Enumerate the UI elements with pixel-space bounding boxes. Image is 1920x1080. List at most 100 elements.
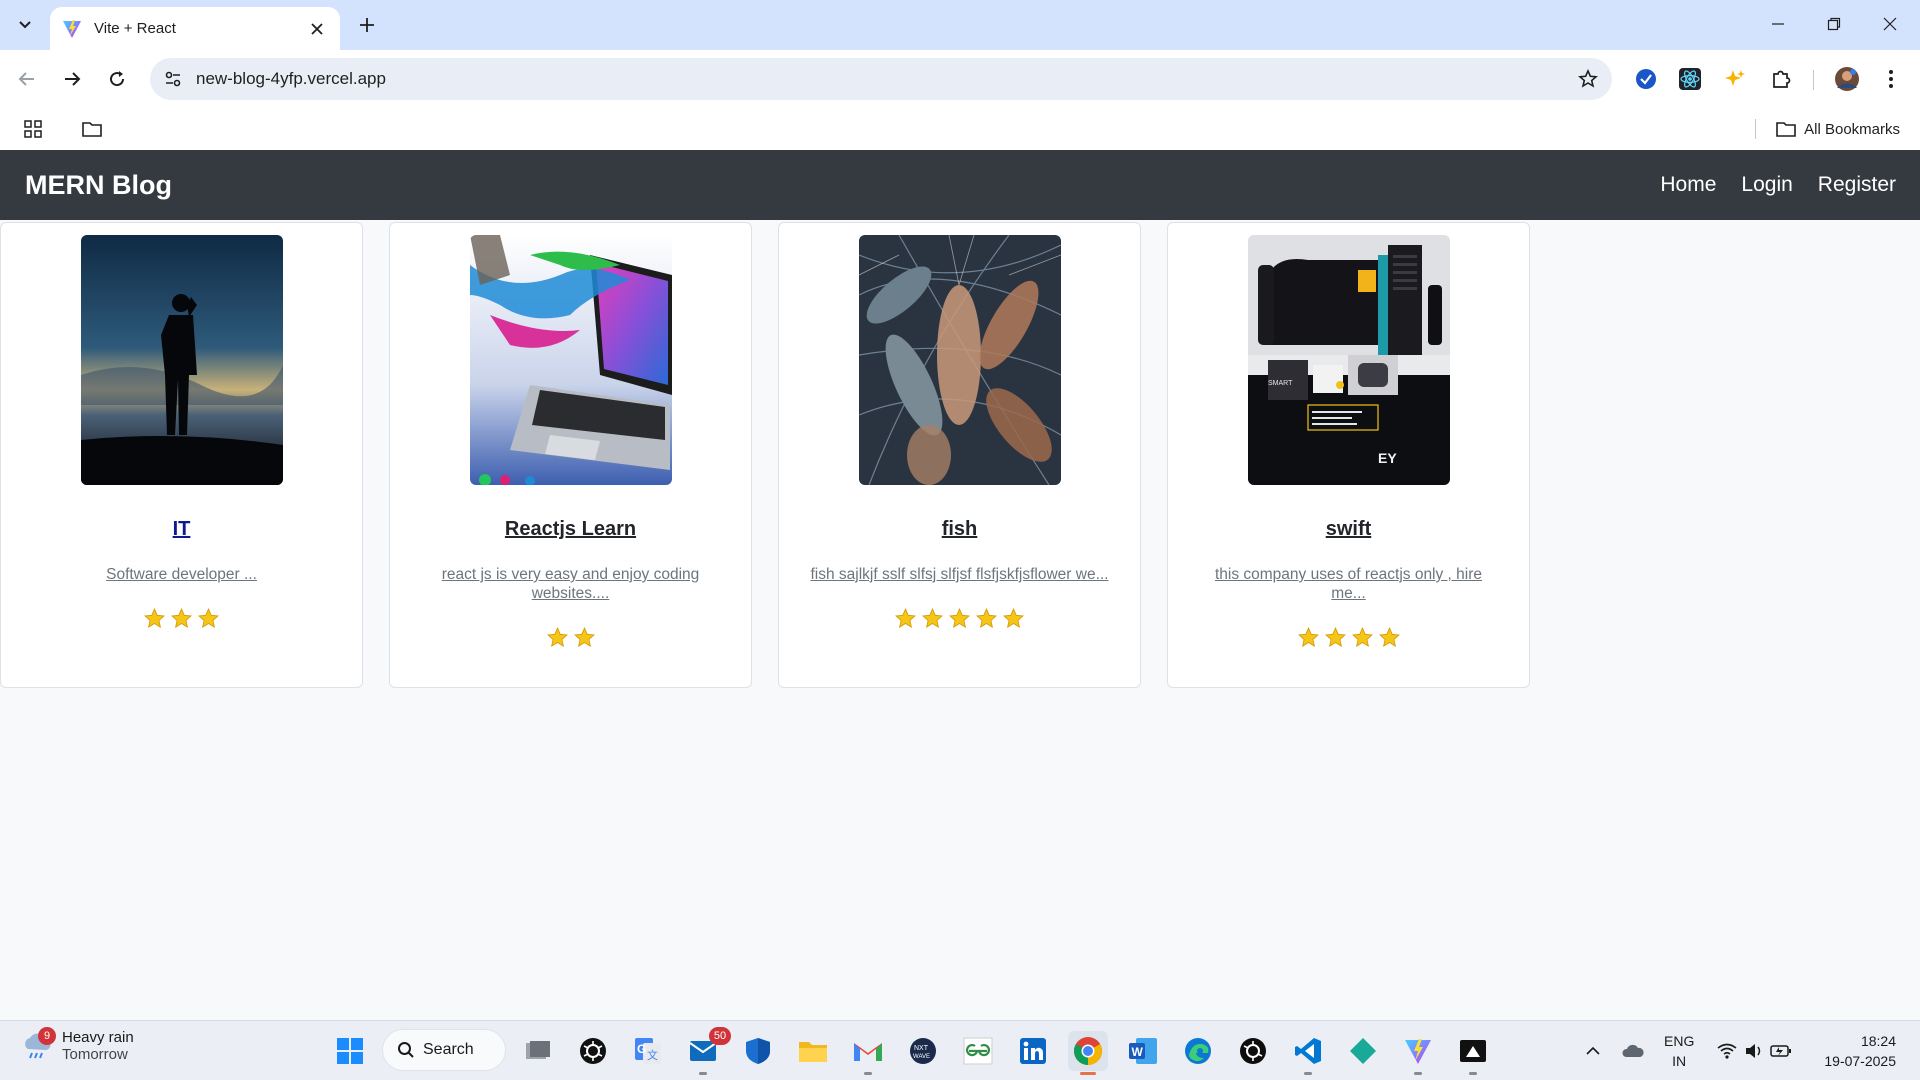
chevron-down-icon (19, 21, 31, 29)
close-window-button[interactable] (1862, 0, 1918, 48)
more-vertical-icon (1889, 70, 1893, 88)
file-explorer-icon[interactable] (793, 1031, 833, 1071)
running-indicator (1414, 1072, 1422, 1075)
forward-button[interactable] (55, 62, 89, 96)
tab-close-button[interactable] (306, 18, 328, 40)
post-title[interactable]: Reactjs Learn (505, 518, 636, 541)
address-bar[interactable]: new-blog-4yfp.vercel.app (150, 58, 1612, 100)
restore-button[interactable] (1806, 0, 1862, 48)
post-card[interactable]: IT Software developer ... (0, 222, 363, 688)
terminal-app-icon[interactable] (1453, 1031, 1493, 1075)
extension-check-icon[interactable] (1631, 64, 1661, 94)
all-bookmarks-button[interactable]: All Bookmarks (1776, 116, 1900, 142)
task-view-icon[interactable] (518, 1031, 558, 1071)
weather-widget[interactable]: 9 Heavy rain Tomorrow (22, 1027, 134, 1063)
web-page: MERN Blog Home Login Register IT Softwar… (0, 150, 1920, 1020)
tab-search-button[interactable] (8, 8, 42, 42)
star-icon (1378, 627, 1400, 647)
weather-rain-icon: 9 (22, 1027, 56, 1061)
post-description[interactable]: this company uses of reactjs only , hire… (1199, 565, 1499, 603)
wifi-icon[interactable] (1714, 1021, 1740, 1080)
plus-icon (360, 18, 374, 32)
vscode-icon[interactable] (1288, 1031, 1328, 1075)
gmail-icon[interactable] (848, 1031, 888, 1075)
post-card-list: IT Software developer ... Reactjs Learn … (0, 222, 1530, 688)
reload-icon (110, 71, 125, 87)
extensions-puzzle-icon[interactable] (1766, 64, 1796, 94)
battery-icon[interactable] (1768, 1021, 1794, 1080)
post-card[interactable]: EY SMART swift this company uses of reac… (1167, 222, 1530, 688)
brand-logo[interactable]: MERN Blog (25, 170, 172, 201)
bookmark-star-icon[interactable] (1578, 69, 1598, 89)
nav-register-link[interactable]: Register (1818, 173, 1896, 197)
windows-security-icon[interactable] (738, 1031, 778, 1071)
language-indicator[interactable]: ENG IN (1664, 1031, 1694, 1071)
post-title[interactable]: IT (173, 518, 191, 541)
svg-text:EY: EY (1378, 450, 1397, 466)
bookmarks-divider (1755, 119, 1756, 139)
chrome-taskbar-icon[interactable] (1068, 1031, 1108, 1075)
onedrive-icon[interactable] (1618, 1021, 1648, 1080)
system-clock[interactable]: 18:24 19-07-2025 (1824, 1031, 1896, 1071)
post-description[interactable]: fish sajlkjf sslf slfsj slfjsf flsfjskfj… (810, 565, 1110, 584)
search-icon (398, 1042, 414, 1058)
star-icon (949, 608, 970, 628)
bookmarks-bar: All Bookmarks (0, 108, 1920, 150)
weather-badge: 9 (38, 1027, 56, 1045)
running-indicator (699, 1072, 707, 1075)
bookmark-folder-icon[interactable] (77, 116, 107, 142)
nav-links: Home Login Register (1660, 173, 1896, 197)
diamond-app-icon[interactable] (1343, 1031, 1383, 1071)
star-icon (144, 608, 165, 628)
word-icon[interactable]: W (1123, 1031, 1163, 1071)
star-icon (1003, 608, 1024, 628)
mail-app-icon[interactable]: 50 (683, 1027, 731, 1075)
post-card[interactable]: Reactjs Learn react js is very easy and … (389, 222, 752, 688)
browser-tabstrip: Vite + React (0, 0, 1920, 50)
post-image-shrimps[interactable] (858, 235, 1061, 485)
star-icon (546, 627, 568, 647)
chatgpt-desktop-icon[interactable] (1233, 1031, 1273, 1071)
weather-title: Heavy rain (62, 1029, 134, 1046)
react-devtools-icon[interactable] (1675, 64, 1705, 94)
chrome-menu-button[interactable] (1876, 64, 1906, 94)
start-button[interactable] (330, 1031, 370, 1071)
clock-time: 18:24 (1860, 1033, 1896, 1049)
geeksforgeeks-icon[interactable] (958, 1031, 998, 1071)
chevron-up-icon (1586, 1046, 1600, 1055)
vite-taskbar-icon[interactable] (1398, 1031, 1438, 1075)
apps-grid-icon[interactable] (18, 116, 48, 142)
nav-login-link[interactable]: Login (1741, 173, 1792, 197)
google-translate-icon[interactable]: G文 (628, 1031, 668, 1071)
volume-icon[interactable] (1742, 1021, 1766, 1080)
vite-logo-icon (63, 19, 81, 38)
back-button[interactable] (10, 62, 44, 96)
language-code: ENG (1664, 1033, 1695, 1049)
post-card[interactable]: fish fish sajlkjf sslf slfsj slfjsf flsf… (778, 222, 1141, 688)
post-image-laptop-splash[interactable] (469, 235, 672, 485)
post-title[interactable]: swift (1326, 518, 1372, 541)
post-image-goodies[interactable]: EY SMART (1247, 235, 1450, 485)
profile-avatar[interactable] (1832, 64, 1862, 94)
taskbar-search[interactable]: Search (382, 1029, 506, 1071)
browser-tab[interactable]: Vite + React (50, 7, 340, 50)
show-hidden-icons-button[interactable] (1578, 1021, 1608, 1080)
url-text: new-blog-4yfp.vercel.app (196, 69, 386, 88)
reload-button[interactable] (100, 62, 134, 96)
post-title[interactable]: fish (942, 518, 978, 541)
edge-icon[interactable] (1178, 1031, 1218, 1071)
new-tab-button[interactable] (352, 10, 382, 40)
nxt-wave-icon[interactable]: NXT WAVE (903, 1031, 943, 1071)
post-description[interactable]: react js is very easy and enjoy coding w… (421, 565, 721, 603)
star-icon (895, 608, 916, 628)
chatgpt-app-icon[interactable] (573, 1031, 613, 1071)
post-image-silhouette[interactable] (80, 235, 283, 485)
star-icon (976, 608, 997, 628)
minimize-button[interactable] (1750, 0, 1806, 48)
sparkle-icon[interactable] (1720, 64, 1750, 94)
linkedin-icon[interactable] (1013, 1031, 1053, 1071)
nav-home-link[interactable]: Home (1660, 173, 1716, 197)
windows-logo-icon (337, 1038, 363, 1064)
post-description[interactable]: Software developer ... (32, 565, 332, 584)
clock-date: 19-07-2025 (1824, 1053, 1896, 1069)
